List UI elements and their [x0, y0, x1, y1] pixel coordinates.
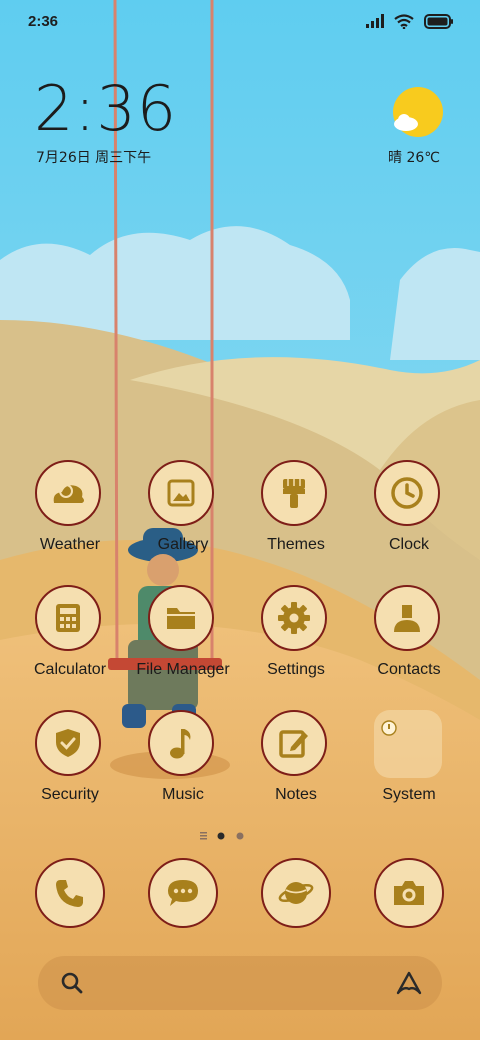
app-music[interactable]: Music — [133, 710, 233, 820]
search-icon — [61, 972, 83, 994]
clock-icon — [374, 460, 440, 526]
app-weather[interactable]: Weather — [20, 460, 120, 570]
weather-icon — [35, 460, 101, 526]
app-label: Music — [162, 786, 204, 803]
gear-icon — [261, 585, 327, 651]
list-page-icon — [200, 832, 207, 840]
camera-icon[interactable] — [374, 858, 444, 928]
app-label: Clock — [388, 536, 429, 553]
shield-icon — [35, 710, 101, 776]
widget-date[interactable]: 7月26日 周三下午 — [36, 147, 151, 167]
assistant-icon[interactable] — [394, 970, 424, 996]
calculator-icon — [35, 585, 101, 651]
app-label: File Manager — [136, 661, 230, 678]
widget-weather-text[interactable]: 晴 26℃ — [388, 147, 440, 167]
app-file-manager[interactable]: File Manager — [133, 585, 233, 695]
app-label: Notes — [275, 786, 317, 803]
wifi-icon — [394, 13, 414, 29]
status-icons — [366, 12, 454, 30]
page-indicator[interactable] — [200, 830, 280, 842]
messages-icon[interactable] — [148, 858, 218, 928]
weather-sun-icon[interactable] — [392, 86, 444, 138]
gallery-icon — [148, 460, 214, 526]
app-contacts[interactable]: Contacts — [359, 585, 459, 695]
app-notes[interactable]: Notes — [246, 710, 346, 820]
app-calculator[interactable]: Calculator — [20, 585, 120, 695]
app-label: Security — [41, 786, 99, 803]
contacts-icon — [374, 585, 440, 651]
app-label: System — [382, 786, 436, 803]
status-bar: 2:36 — [0, 0, 480, 44]
notes-icon — [261, 710, 327, 776]
music-note-icon — [148, 710, 214, 776]
signal-icon — [366, 14, 384, 28]
phone-icon[interactable] — [35, 858, 105, 928]
app-gallery[interactable]: Gallery — [133, 460, 233, 570]
page-dot — [236, 832, 244, 840]
search-bar[interactable] — [38, 956, 442, 1010]
browser-icon[interactable] — [261, 858, 331, 928]
app-security[interactable]: Security — [20, 710, 120, 820]
app-label: Settings — [267, 661, 325, 678]
folder-icon — [374, 710, 442, 778]
battery-icon — [424, 13, 453, 29]
app-label: Calculator — [33, 661, 107, 678]
app-label: Themes — [267, 536, 325, 553]
app-system-folder[interactable]: System — [359, 710, 459, 820]
app-label: Gallery — [157, 536, 209, 553]
widget-clock[interactable]: 2:36 — [34, 74, 177, 144]
status-time: 2:36 — [28, 13, 59, 30]
app-label: Weather — [39, 536, 101, 553]
folder-icon — [148, 585, 214, 651]
themes-icon — [261, 460, 327, 526]
app-settings[interactable]: Settings — [246, 585, 346, 695]
app-label: Contacts — [377, 661, 441, 678]
app-themes[interactable]: Themes — [246, 460, 346, 570]
page-dot-active — [217, 832, 225, 840]
app-clock[interactable]: Clock — [359, 460, 459, 570]
